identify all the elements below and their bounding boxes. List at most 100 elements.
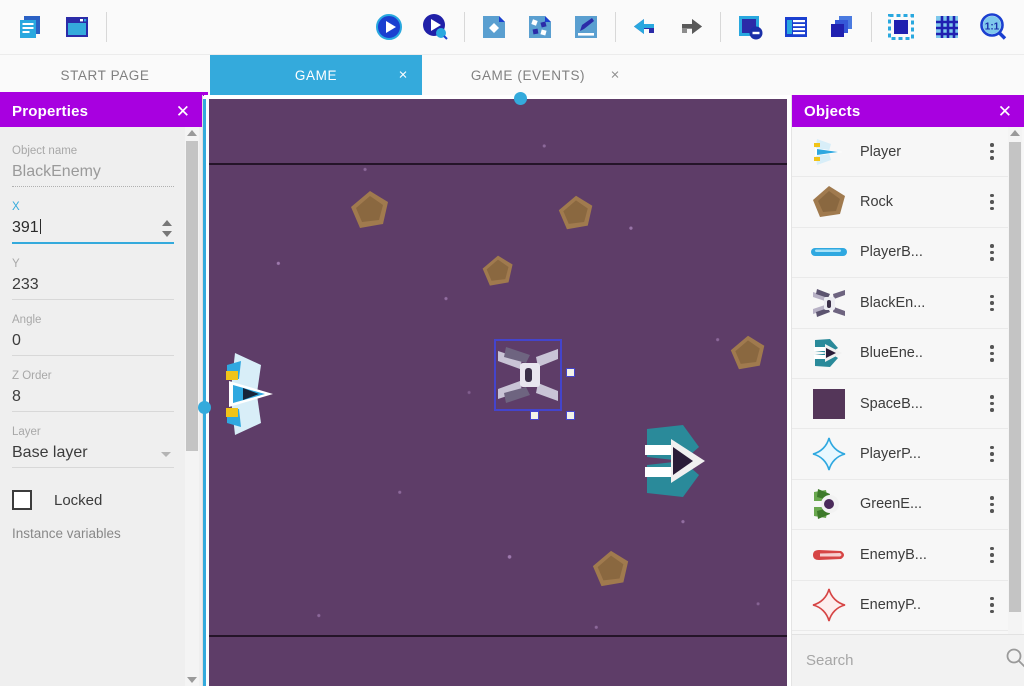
y-position-input[interactable]: 233	[12, 276, 174, 300]
hide-layout-borders-icon[interactable]	[727, 4, 773, 50]
objects-list[interactable]: Player Rock PlayerB... BlackEn... BlueEn…	[792, 127, 1008, 651]
object-menu-icon[interactable]	[982, 496, 1002, 513]
rock-instance[interactable]	[729, 334, 767, 372]
layout-resize-handle-top[interactable]	[514, 92, 527, 105]
scrollbar-thumb[interactable]	[1009, 142, 1021, 612]
z-order-input[interactable]: 8	[12, 388, 174, 412]
close-icon[interactable]: ×	[611, 68, 620, 83]
locked-checkbox[interactable]	[12, 490, 32, 510]
rock-instance[interactable]	[349, 189, 391, 231]
object-menu-icon[interactable]	[982, 294, 1002, 312]
redo-icon[interactable]	[668, 4, 714, 50]
document-tab-bar: START PAGE GAME × GAME (EVENTS) ×	[0, 55, 1024, 95]
player-particle-icon	[806, 437, 852, 471]
objects-search-bar	[792, 634, 1024, 686]
debug-layout-icon[interactable]	[412, 4, 458, 50]
list-item[interactable]: Rock	[792, 177, 1008, 228]
scroll-down-icon[interactable]	[187, 677, 197, 683]
object-menu-icon[interactable]	[982, 143, 1002, 160]
rock-instance[interactable]	[557, 194, 595, 232]
toggle-grid-icon[interactable]	[924, 4, 970, 50]
toolbar-separator	[615, 12, 616, 42]
list-item-label: SpaceB...	[860, 395, 923, 412]
instance-variables-label: Instance variables	[12, 526, 121, 541]
layout-left-edge	[203, 99, 206, 686]
edit-icon[interactable]	[563, 4, 609, 50]
object-menu-icon[interactable]	[982, 445, 1002, 463]
rock-instance[interactable]	[591, 549, 631, 589]
insert-new-object-icon[interactable]	[471, 4, 517, 50]
zoom-reset-icon[interactable]: 1:1	[970, 4, 1016, 50]
list-item[interactable]: BlackEn...	[792, 278, 1008, 329]
rock-instance[interactable]	[481, 254, 515, 288]
tab-label: GAME (EVENTS)	[470, 67, 586, 83]
undo-icon[interactable]	[622, 4, 668, 50]
properties-scrollbar[interactable]	[185, 127, 199, 686]
x-position-input[interactable]: 391	[12, 219, 174, 244]
field-object-name: Object name BlackEnemy	[12, 145, 174, 187]
field-label: Y	[12, 258, 20, 270]
list-item[interactable]: GreenE...	[792, 479, 1008, 531]
list-item[interactable]: PlayerB...	[792, 227, 1008, 279]
properties-panel-body: Object name BlackEnemy X 391 Y 233 Angle…	[0, 127, 186, 686]
scroll-up-icon[interactable]	[1010, 130, 1020, 136]
resize-handle-right[interactable]	[566, 368, 575, 377]
object-menu-icon[interactable]	[982, 546, 1002, 564]
chevron-down-icon[interactable]	[161, 452, 171, 457]
enemy-bullet-icon	[806, 548, 852, 562]
toggle-selection-box-icon[interactable]	[878, 4, 924, 50]
object-menu-icon[interactable]	[982, 244, 1002, 261]
arrange-objects-icon[interactable]	[517, 4, 563, 50]
layers-list-icon[interactable]	[773, 4, 819, 50]
field-x: X 391	[12, 201, 174, 244]
close-icon[interactable]: ×	[399, 68, 408, 83]
run-layout-icon[interactable]	[366, 4, 412, 50]
list-item-label: EnemyP..	[860, 597, 921, 614]
tab-game-events[interactable]: GAME (EVENTS) ×	[422, 55, 634, 95]
layout-scene[interactable]	[209, 99, 787, 686]
objects-scrollbar[interactable]	[1008, 127, 1022, 683]
list-item[interactable]: BlueEne..	[792, 328, 1008, 379]
close-icon[interactable]: ✕	[176, 103, 190, 120]
layout-resize-handle-left[interactable]	[198, 401, 211, 414]
object-menu-icon[interactable]	[982, 395, 1002, 412]
list-item[interactable]: EnemyB...	[792, 530, 1008, 581]
blue-enemy-instance[interactable]	[639, 421, 715, 501]
layout-canvas[interactable]	[204, 95, 791, 686]
object-name-input[interactable]: BlackEnemy	[12, 163, 174, 187]
list-item[interactable]: PlayerP...	[792, 429, 1008, 480]
tab-game[interactable]: GAME ×	[210, 55, 422, 95]
object-menu-icon[interactable]	[982, 193, 1002, 211]
new-project-icon[interactable]	[8, 4, 54, 50]
list-item-label: PlayerB...	[860, 244, 923, 261]
player-ship-instance[interactable]	[217, 349, 283, 439]
tab-start-page[interactable]: START PAGE	[0, 55, 210, 95]
scrollbar-thumb[interactable]	[186, 141, 198, 451]
list-item-label: PlayerP...	[860, 446, 921, 463]
layer-select[interactable]: Base layer	[12, 444, 174, 468]
angle-input[interactable]: 0	[12, 332, 174, 356]
object-layers-icon[interactable]	[819, 4, 865, 50]
object-menu-icon[interactable]	[982, 345, 1002, 362]
list-item[interactable]: SpaceB...	[792, 378, 1008, 430]
svg-text:1:1: 1:1	[985, 22, 1000, 33]
search-icon[interactable]	[1005, 647, 1024, 674]
quantity-stepper[interactable]	[162, 220, 172, 237]
close-icon[interactable]: ✕	[998, 103, 1012, 120]
list-item-label: Player	[860, 143, 902, 160]
field-label: Layer	[12, 426, 41, 438]
toolbar-separator	[464, 12, 465, 42]
enemy-particle-icon	[806, 588, 852, 622]
locked-label: Locked	[54, 491, 103, 509]
search-input[interactable]	[806, 652, 1005, 669]
field-label: Z Order	[12, 370, 52, 382]
object-menu-icon[interactable]	[982, 596, 1002, 614]
list-item[interactable]: EnemyP..	[792, 580, 1008, 631]
new-layout-icon[interactable]	[54, 4, 100, 50]
resize-handle-bottom-right[interactable]	[566, 411, 575, 420]
selected-object-blackenemy[interactable]	[494, 339, 562, 411]
list-item[interactable]: Player	[792, 127, 1008, 178]
page-title: Properties	[12, 102, 89, 120]
resize-handle-bottom[interactable]	[530, 411, 539, 420]
scroll-up-icon[interactable]	[187, 130, 197, 136]
